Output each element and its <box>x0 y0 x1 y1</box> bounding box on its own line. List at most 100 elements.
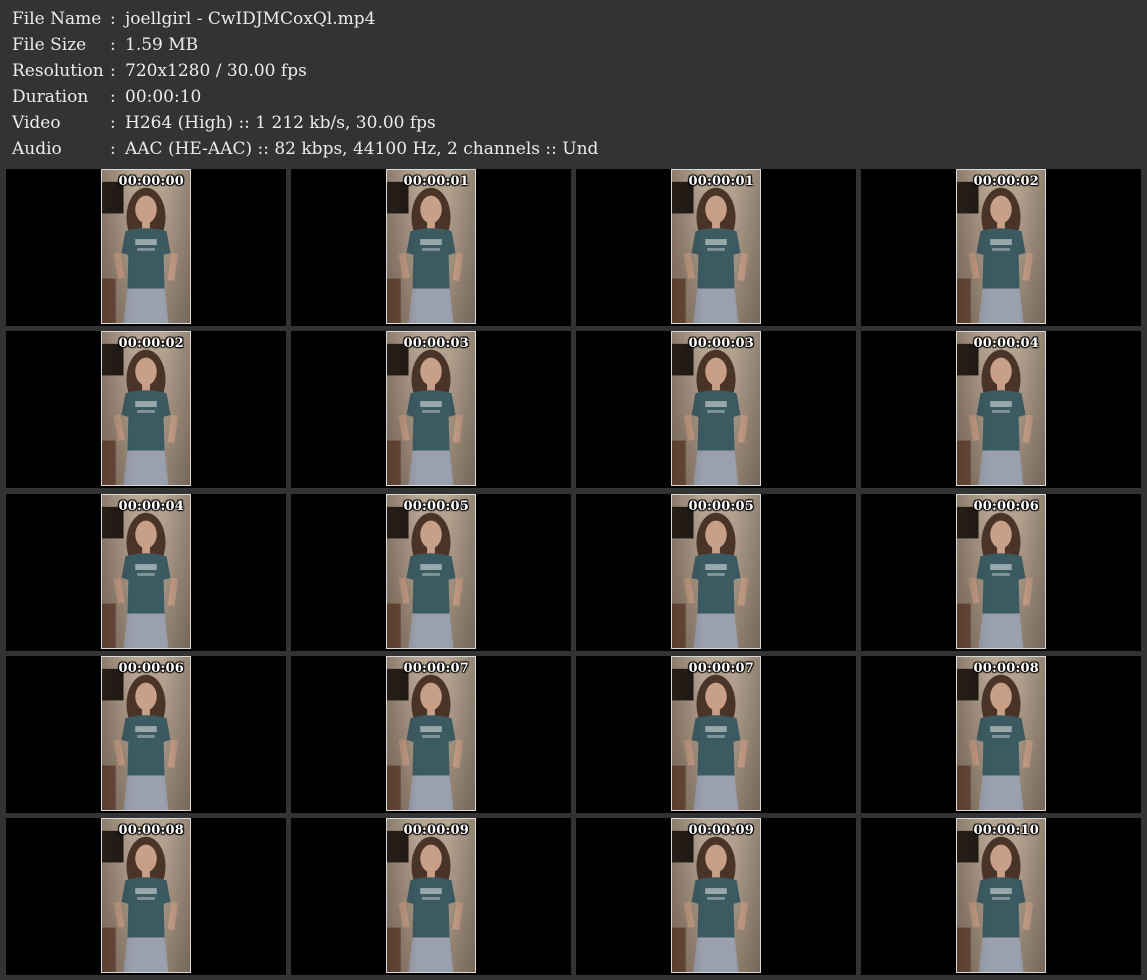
thumbnail-timestamp: 00:00:02 <box>973 174 1039 189</box>
frame-shading <box>102 170 190 323</box>
thumbnail-timestamp: 00:00:00 <box>118 174 184 189</box>
file-info-panel: File Name : joellgirl - CwIDJMCoxQl.mp4 … <box>12 6 1132 162</box>
thumbnail-cell: 00:00:04 <box>6 493 286 651</box>
frame-shading <box>672 494 760 648</box>
frame-shading <box>957 332 1045 486</box>
thumbnail-cell: 00:00:05 <box>291 493 571 651</box>
thumbnail-cell: 00:00:06 <box>861 493 1141 651</box>
video-frame-thumbnail: 00:00:00 <box>101 169 191 324</box>
video-frame-thumbnail: 00:00:10 <box>956 818 1046 973</box>
thumbnail-timestamp: 00:00:10 <box>973 823 1039 838</box>
thumbnail-cell: 00:00:02 <box>861 169 1141 326</box>
thumbnail-timestamp: 00:00:05 <box>403 498 469 514</box>
video-frame-thumbnail: 00:00:09 <box>671 818 761 973</box>
thumbnail-cell: 00:00:05 <box>576 493 856 651</box>
thumbnail-timestamp: 00:00:08 <box>973 660 1039 676</box>
info-separator: : <box>110 113 116 133</box>
info-label: Resolution <box>12 61 104 81</box>
thumbnail-timestamp: 00:00:03 <box>688 336 754 352</box>
thumbnail-timestamp: 00:00:04 <box>973 336 1039 352</box>
info-label: Duration <box>12 87 89 107</box>
thumbnail-timestamp: 00:00:07 <box>403 660 469 676</box>
info-value: 1.59 MB <box>125 35 199 55</box>
video-frame-thumbnail: 00:00:02 <box>101 331 191 487</box>
frame-shading <box>957 494 1045 648</box>
info-value: 00:00:10 <box>125 87 202 107</box>
info-value: H264 (High) :: 1 212 kb/s, 30.00 fps <box>125 113 436 133</box>
thumbnail-timestamp: 00:00:09 <box>403 823 469 838</box>
info-separator: : <box>110 9 116 29</box>
contact-sheet: File Name : joellgirl - CwIDJMCoxQl.mp4 … <box>0 0 1147 980</box>
info-row-file-name: File Name : joellgirl - CwIDJMCoxQl.mp4 <box>12 6 1132 32</box>
thumbnail-cell: 00:00:03 <box>576 331 856 489</box>
frame-shading <box>672 170 760 323</box>
thumbnail-timestamp: 00:00:06 <box>973 498 1039 514</box>
video-frame-thumbnail: 00:00:01 <box>671 169 761 324</box>
video-frame-thumbnail: 00:00:04 <box>101 493 191 649</box>
thumbnail-cell: 00:00:09 <box>291 818 571 975</box>
frame-shading <box>102 819 190 972</box>
frame-shading <box>957 819 1045 972</box>
video-frame-thumbnail: 00:00:07 <box>386 655 476 811</box>
info-label: Audio <box>12 139 62 159</box>
thumbnail-cell: 00:00:08 <box>6 818 286 975</box>
thumbnail-cell: 00:00:01 <box>291 169 571 326</box>
frame-shading <box>102 494 190 648</box>
info-separator: : <box>110 35 116 55</box>
frame-shading <box>957 170 1045 323</box>
info-label: Video <box>12 113 61 133</box>
thumbnail-cell: 00:00:07 <box>291 655 571 813</box>
thumbnail-cell: 00:00:00 <box>6 169 286 326</box>
info-value: AAC (HE-AAC) :: 82 kbps, 44100 Hz, 2 cha… <box>125 139 599 159</box>
video-frame-thumbnail: 00:00:07 <box>671 655 761 811</box>
info-separator: : <box>110 61 116 81</box>
frame-shading <box>102 332 190 486</box>
frame-shading <box>102 656 190 810</box>
thumbnail-cell: 00:00:09 <box>576 818 856 975</box>
frame-shading <box>387 656 475 810</box>
frame-shading <box>672 819 760 972</box>
video-frame-thumbnail: 00:00:01 <box>386 169 476 324</box>
video-frame-thumbnail: 00:00:05 <box>671 493 761 649</box>
frame-shading <box>387 819 475 972</box>
video-frame-thumbnail: 00:00:03 <box>671 331 761 487</box>
frame-shading <box>387 170 475 323</box>
video-frame-thumbnail: 00:00:02 <box>956 169 1046 324</box>
info-row-audio: Audio : AAC (HE-AAC) :: 82 kbps, 44100 H… <box>12 136 1132 162</box>
thumbnail-cell: 00:00:06 <box>6 655 286 813</box>
thumbnail-cell: 00:00:07 <box>576 655 856 813</box>
info-separator: : <box>110 139 116 159</box>
info-label: File Name <box>12 9 102 29</box>
info-row-duration: Duration : 00:00:10 <box>12 84 1132 110</box>
thumbnail-cell: 00:00:10 <box>861 818 1141 975</box>
thumbnail-cell: 00:00:02 <box>6 331 286 489</box>
thumbnail-timestamp: 00:00:04 <box>118 498 184 514</box>
thumbnail-timestamp: 00:00:01 <box>688 174 754 189</box>
thumbnail-timestamp: 00:00:03 <box>403 336 469 352</box>
info-value: joellgirl - CwIDJMCoxQl.mp4 <box>125 9 376 29</box>
info-label: File Size <box>12 35 87 55</box>
video-frame-thumbnail: 00:00:05 <box>386 493 476 649</box>
frame-shading <box>672 656 760 810</box>
video-frame-thumbnail: 00:00:09 <box>386 818 476 973</box>
info-row-resolution: Resolution : 720x1280 / 30.00 fps <box>12 58 1132 84</box>
thumbnail-cell: 00:00:03 <box>291 331 571 489</box>
thumbnail-timestamp: 00:00:07 <box>688 660 754 676</box>
thumbnail-cell: 00:00:04 <box>861 331 1141 489</box>
info-separator: : <box>110 87 116 107</box>
video-frame-thumbnail: 00:00:08 <box>101 818 191 973</box>
thumbnail-timestamp: 00:00:01 <box>403 174 469 189</box>
video-frame-thumbnail: 00:00:04 <box>956 331 1046 487</box>
info-row-video: Video : H264 (High) :: 1 212 kb/s, 30.00… <box>12 110 1132 136</box>
video-frame-thumbnail: 00:00:08 <box>956 655 1046 811</box>
video-frame-thumbnail: 00:00:06 <box>956 493 1046 649</box>
info-row-file-size: File Size : 1.59 MB <box>12 32 1132 58</box>
info-value: 720x1280 / 30.00 fps <box>125 61 307 81</box>
thumbnail-timestamp: 00:00:09 <box>688 823 754 838</box>
video-frame-thumbnail: 00:00:06 <box>101 655 191 811</box>
frame-shading <box>387 332 475 486</box>
thumbnail-cell: 00:00:08 <box>861 655 1141 813</box>
thumbnail-timestamp: 00:00:05 <box>688 498 754 514</box>
frame-shading <box>387 494 475 648</box>
frame-shading <box>957 656 1045 810</box>
